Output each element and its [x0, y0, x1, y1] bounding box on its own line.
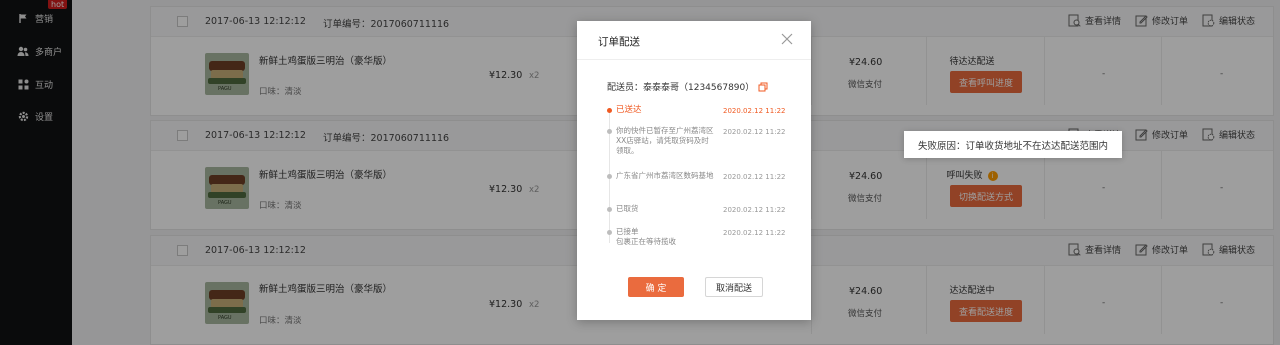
copy-icon[interactable] — [758, 82, 768, 92]
timeline-subtext: 包裹正在等待揽收 — [616, 237, 676, 246]
timeline-text: 广东省广州市荔湾区数码基地 — [616, 171, 714, 180]
timeline-text: 你的快件已暂存至广州荔湾区XX店驿站，请凭取货码及时领取。 — [616, 126, 714, 155]
courier-info: 配送员：泰泰泰哥（1234567890） — [607, 80, 768, 93]
modal-divider — [577, 59, 811, 60]
failure-reason-tooltip: 失败原因：订单收货地址不在达达配送范围内 — [904, 131, 1123, 158]
timeline-time: 2020.02.12 11:22 — [723, 107, 786, 115]
timeline-time: 2020.02.12 11:22 — [723, 173, 786, 181]
modal-title: 订单配送 — [598, 36, 640, 48]
timeline-text: 已取货 — [616, 204, 639, 213]
timeline-dot — [607, 108, 612, 113]
timeline-dot — [607, 230, 612, 235]
timeline-text: 已接单 包裹正在等待揽收 — [616, 227, 676, 246]
confirm-button[interactable]: 确 定 — [628, 277, 684, 297]
timeline-text: 已送达 — [616, 105, 642, 115]
timeline-time: 2020.02.12 11:22 — [723, 128, 786, 136]
timeline-dot — [607, 207, 612, 212]
close-icon[interactable] — [781, 33, 793, 45]
timeline-time: 2020.02.12 11:22 — [723, 229, 786, 237]
delivery-modal: 订单配送 配送员：泰泰泰哥（1234567890） 已送达 2020.02.12… — [577, 21, 811, 320]
timeline-dot — [607, 129, 612, 134]
timeline-time: 2020.02.12 11:22 — [723, 206, 786, 214]
timeline-dot — [607, 174, 612, 179]
cancel-delivery-button[interactable]: 取消配送 — [705, 277, 763, 297]
